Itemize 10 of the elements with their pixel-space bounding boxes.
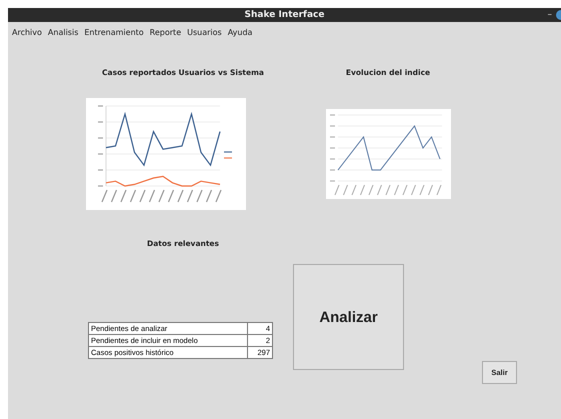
menu-item[interactable]: Ayuda bbox=[228, 28, 252, 36]
menu-item[interactable]: Analisis bbox=[48, 28, 78, 36]
analyze-button[interactable]: Analizar bbox=[293, 264, 404, 370]
minimize-button[interactable]: – bbox=[548, 10, 552, 20]
menu-item[interactable]: Entrenamiento bbox=[84, 28, 144, 36]
axis-tick-labels bbox=[329, 114, 335, 182]
menu-item[interactable]: Usuarios bbox=[187, 28, 222, 36]
window-title: Shake Interface bbox=[244, 10, 324, 20]
menu-item[interactable]: Reporte bbox=[150, 28, 182, 36]
menu-item[interactable]: Archivo bbox=[12, 28, 42, 36]
